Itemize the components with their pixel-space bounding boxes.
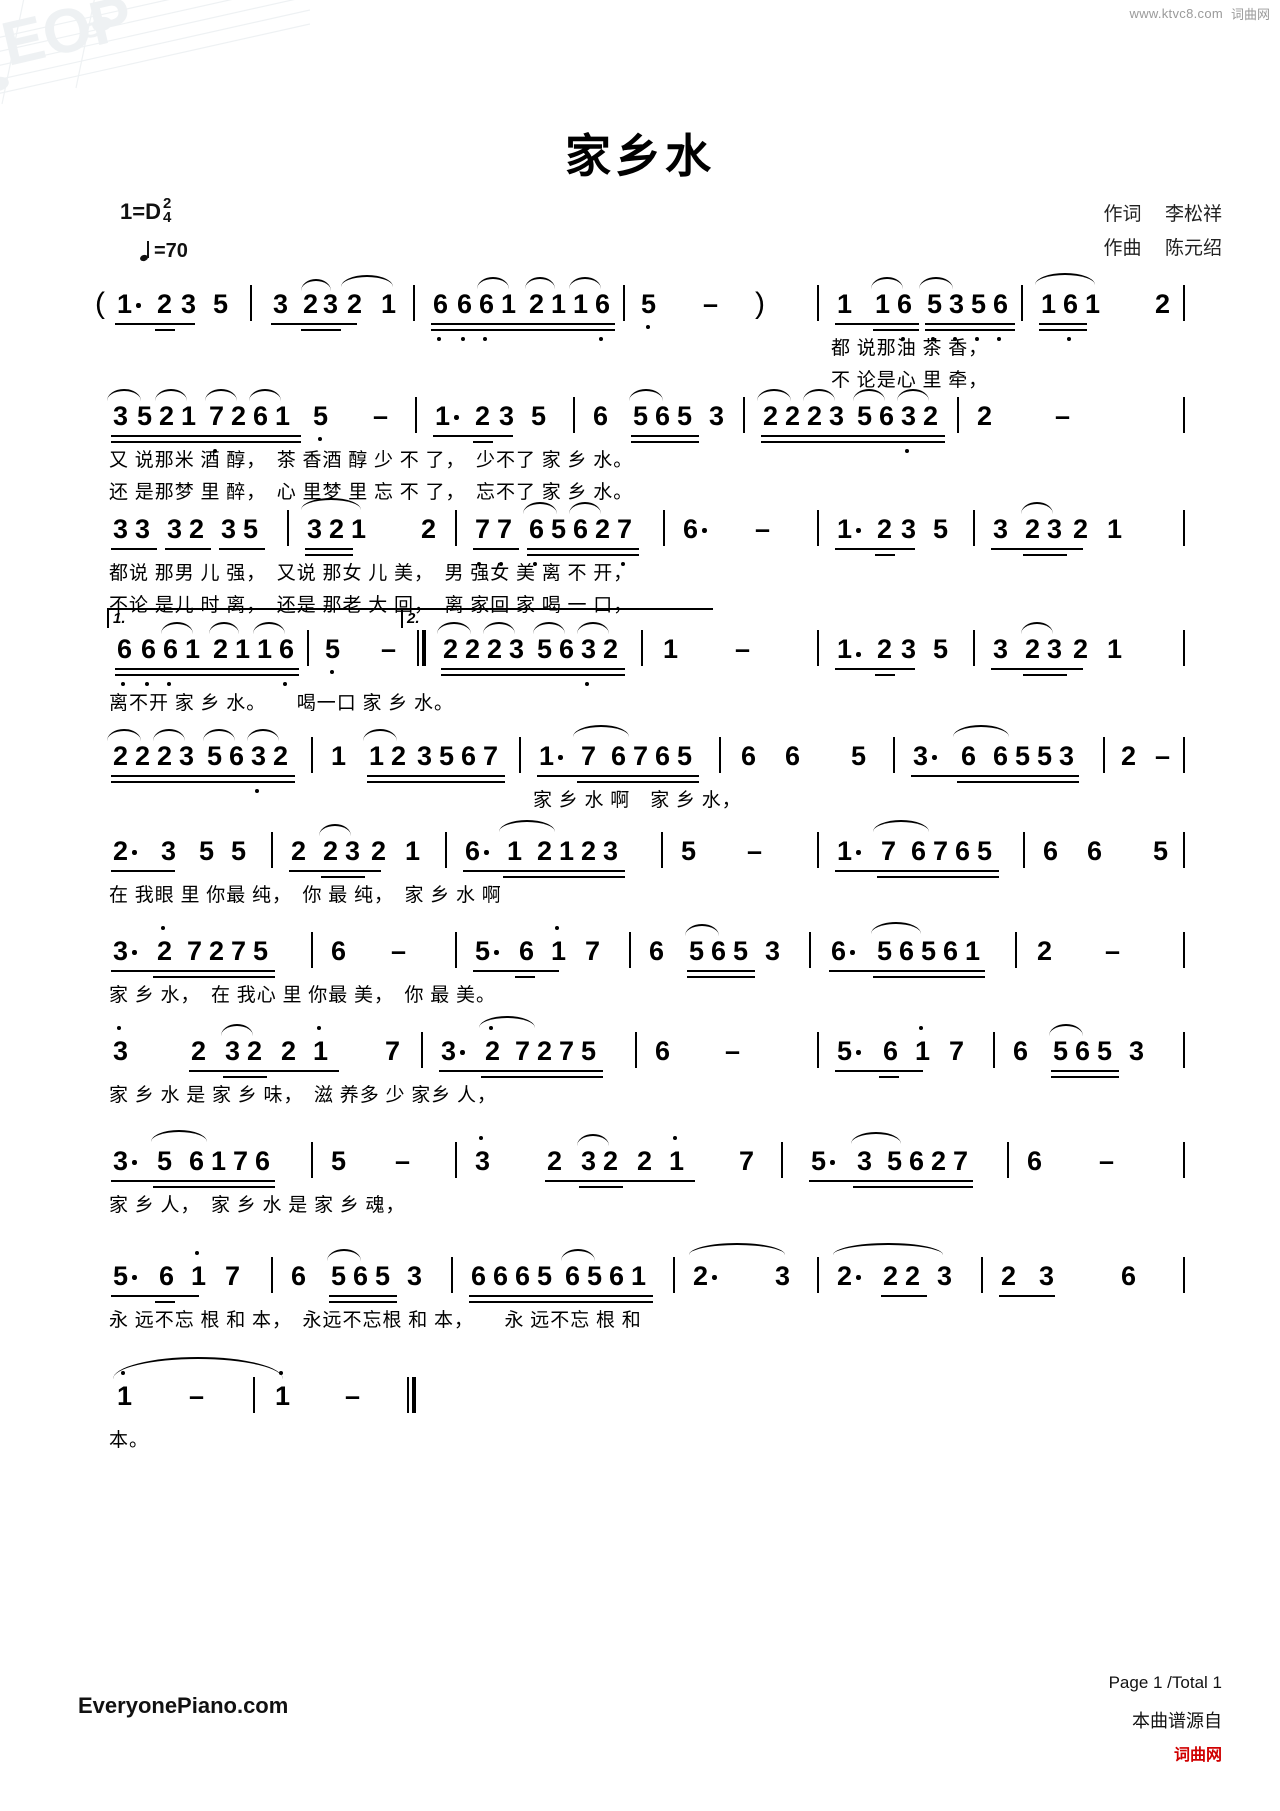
lyrics-row-1: 永 远不忘 根 和 本， 永远不忘根 和 本， 永 远不忘 根 和 bbox=[109, 1310, 642, 1331]
notation-row: 3 2 32 2 1 7 3 2 7 2 7 5 6 – 5 6 1 7 6 5… bbox=[95, 1016, 1185, 1079]
notation-row: 35 21 72 61 5 – 1 2 3 5 6 565 3 2 2 2 3 … bbox=[95, 389, 1185, 453]
score-line-5: 22 23 56 32 1 12 35 67 1 7 67 65 6 6 5 3… bbox=[95, 725, 1185, 823]
page-indicator: Page 1 /Total 1 bbox=[1108, 1673, 1222, 1692]
notation-row: 22 23 56 32 1 12 35 67 1 7 67 65 6 6 5 3… bbox=[95, 725, 1185, 793]
score-line-2: 35 21 72 61 5 – 1 2 3 5 6 565 3 2 2 2 3 … bbox=[95, 389, 1185, 515]
lyrics-row-1: 家 乡 水 啊 家 乡 水， bbox=[533, 790, 742, 811]
notation-row: 2 3 5 5 2 23 2 1 6 1 21 23 5 – 1 7 6 7 6… bbox=[95, 820, 1185, 879]
score-line-1: ( 1 2 3 5 3 2 3 2 1 6 6 6 1 2 1 1 6 5 – … bbox=[95, 273, 1185, 403]
open-paren: ( bbox=[95, 287, 105, 320]
score-line-4: 1. 2. 66 61 21 16 5 – 22 23 5 6 3 2 1 – … bbox=[95, 608, 1185, 726]
lyrics-row-1: 家 乡 水 是 家 乡 味， 滋 养多 少 家乡 人， bbox=[109, 1085, 498, 1106]
lyrics-row-1: 在 我眼 里 你最 纯， 你 最 纯， 家 乡 水 啊 bbox=[109, 885, 502, 906]
everyonepiano-brand: EveryonePiano.com bbox=[78, 1693, 289, 1718]
score-line-11: 1 – 1 – 本。 bbox=[95, 1357, 1185, 1463]
source-site-name: 词曲网 bbox=[1173, 1747, 1222, 1764]
score-line-10: 5 6 1 7 6 565 3 66 65 65 61 2 3 2 2 2 3 … bbox=[95, 1243, 1185, 1343]
score-line-7: 3 2 7 2 7 5 6 – 5 6 1 7 6 565 3 6 5 6 5 … bbox=[95, 922, 1185, 1018]
source-prefix: 本曲谱源自 bbox=[1132, 1711, 1222, 1731]
lyrics-row-1: 离不开 家 乡 水。 喝一口 家 乡 水。 bbox=[109, 693, 455, 714]
repeat-end-barline bbox=[417, 630, 426, 666]
notation-row: 33 32 35 321 2 77 65 627 6 – 1 2 3 5 3 2… bbox=[95, 498, 1185, 566]
lyrics-row-1: 本。 bbox=[109, 1430, 150, 1451]
score-line-8: 3 2 32 2 1 7 3 2 7 2 7 5 6 – 5 6 1 7 6 5… bbox=[95, 1016, 1185, 1118]
score-line-9: 3 5 61 76 5 – 3 2 32 2 1 7 5 3 5 6 2 7 6… bbox=[95, 1130, 1185, 1228]
lyrics-row-1: 家 乡 人， 家 乡 水 是 家 乡 魂， bbox=[109, 1195, 406, 1216]
notation-row: ( 1 2 3 5 3 2 3 2 1 6 6 6 1 2 1 1 6 5 – … bbox=[95, 273, 1185, 341]
notation-row: 5 6 1 7 6 565 3 66 65 65 61 2 3 2 2 2 3 … bbox=[95, 1243, 1185, 1304]
score-line-6: 2 3 5 5 2 23 2 1 6 1 21 23 5 – 1 7 6 7 6… bbox=[95, 820, 1185, 918]
volta-1-bracket bbox=[107, 608, 403, 628]
notation-row: 1 – 1 – bbox=[95, 1357, 1185, 1423]
volta-2-label: 2. bbox=[407, 610, 420, 627]
notation-row: 1. 2. 66 61 21 16 5 – 22 23 5 6 3 2 1 – … bbox=[95, 608, 1185, 686]
notation-row: 3 5 61 76 5 – 3 2 32 2 1 7 5 3 5 6 2 7 6… bbox=[95, 1130, 1185, 1189]
source-credit: 本曲谱源自 bbox=[1132, 1707, 1222, 1733]
notation-row: 3 2 7 2 7 5 6 – 5 6 1 7 6 565 3 6 5 6 5 … bbox=[95, 922, 1185, 979]
lyrics-row-1: 家 乡 水， 在 我心 里 你最 美， 你 最 美。 bbox=[109, 985, 497, 1006]
volta-1-label: 1. bbox=[113, 610, 126, 627]
final-double-barline bbox=[407, 1377, 416, 1413]
score-sheet: ( 1 2 3 5 3 2 3 2 1 6 6 6 1 2 1 1 6 5 – … bbox=[0, 0, 1280, 1811]
close-paren: ) bbox=[755, 287, 765, 320]
